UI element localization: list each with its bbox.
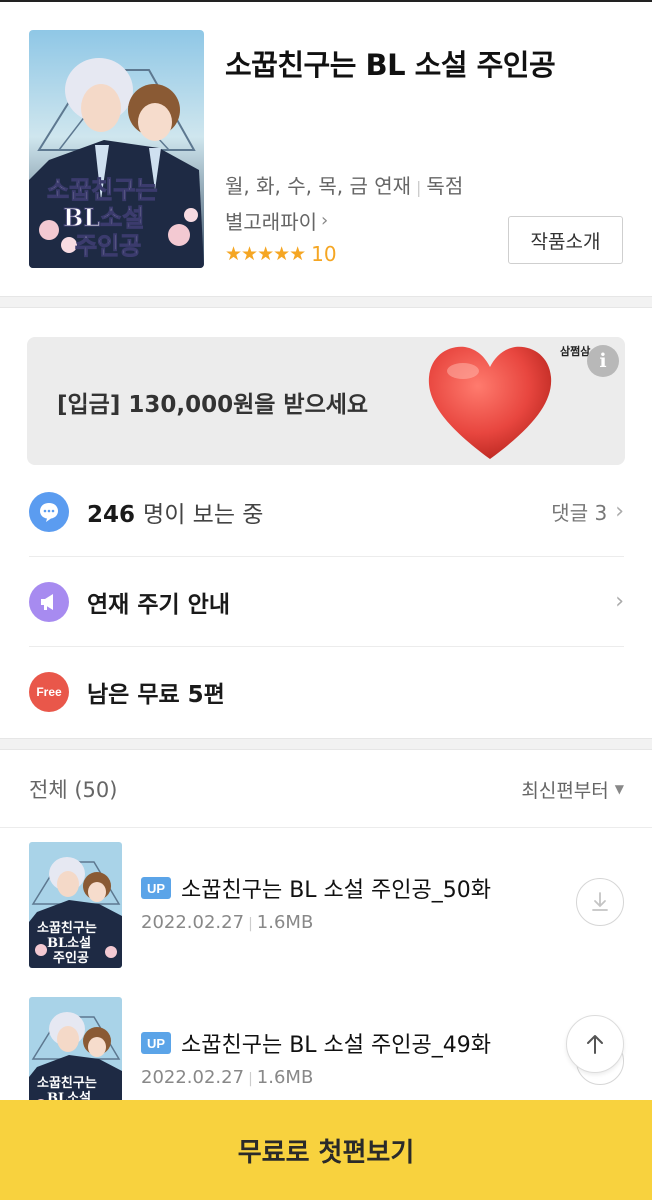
divider: |	[248, 1071, 253, 1087]
scroll-to-top-button[interactable]	[566, 1015, 624, 1073]
section-divider	[0, 296, 652, 308]
sort-dropdown[interactable]: 최신편부터 ▼	[521, 776, 624, 803]
chevron-right-icon: ›	[615, 499, 624, 524]
episode-date: 2022.02.27	[141, 912, 245, 933]
work-title: 소꿉친구는 BL 소설 주인공	[225, 48, 556, 82]
svg-text:BL소설: BL소설	[47, 936, 91, 951]
free-remaining-label: 남은 무료 5편	[87, 682, 225, 708]
comments-count: 댓글 3	[551, 501, 608, 525]
up-badge: UP	[141, 877, 171, 899]
episode-title: 소꿉친구는 BL 소설 주인공_49화	[181, 1033, 491, 1058]
episode-date: 2022.02.27	[141, 1067, 245, 1088]
svg-text:주인공: 주인공	[75, 231, 141, 260]
episode-meta: 2022.02.27 | 1.6MB	[141, 912, 313, 933]
svg-text:주인공: 주인공	[53, 950, 89, 966]
svg-text:BL소설: BL소설	[63, 203, 144, 232]
banner-text: [입금] 130,000원을 받으세요	[57, 392, 369, 418]
up-badge: UP	[141, 1032, 171, 1054]
list-divider	[0, 827, 652, 828]
viewers-label: 246 명이 보는 중	[87, 495, 263, 529]
free-first-episode-button[interactable]: 무료로 첫편보기	[0, 1100, 652, 1200]
viewers-count: 246	[87, 501, 136, 528]
episode-title: 소꿉친구는 BL 소설 주인공_50화	[181, 878, 491, 903]
episode-list-header: 전체 (50) 최신편부터 ▼	[29, 752, 624, 826]
arrow-up-icon	[587, 1035, 603, 1054]
author-link[interactable]: 별고래파이 ›	[225, 206, 328, 235]
episode-meta: 2022.02.27 | 1.6MB	[141, 1067, 313, 1088]
caret-down-icon: ▼	[614, 782, 624, 796]
episode-thumbnail: 소꿉친구는 BL소설 주인공	[29, 842, 122, 968]
chat-bubble-icon	[29, 491, 69, 532]
svg-text:소꿉친구는: 소꿉친구는	[37, 1076, 97, 1091]
info-icon[interactable]: i	[587, 345, 619, 377]
free-remaining-row: Free 남은 무료 5편	[29, 647, 624, 737]
work-intro-button[interactable]: 작품소개	[508, 216, 623, 264]
megaphone-icon	[29, 581, 69, 622]
episode-item[interactable]: 소꿉친구는 BL소설 주인공 UP 소꿉친구는 BL 소설 주인공_50화 20…	[29, 842, 624, 992]
download-icon	[592, 892, 608, 911]
section-divider	[0, 738, 652, 750]
divider: |	[248, 916, 253, 932]
sort-label: 최신편부터	[521, 779, 609, 802]
svg-text:소꿉친구는: 소꿉친구는	[37, 921, 97, 936]
episode-size: 1.6MB	[256, 912, 314, 933]
chevron-right-icon: ›	[615, 589, 624, 614]
free-badge-icon: Free	[29, 672, 69, 712]
rating: ★★★★★ 10	[225, 242, 337, 266]
schedule-days: 월, 화, 수, 목, 금 연재	[225, 174, 412, 198]
author-name: 별고래파이	[225, 210, 317, 234]
episode-total: 전체 (50)	[29, 778, 118, 802]
episode-size: 1.6MB	[256, 1067, 314, 1088]
schedule-line: 월, 화, 수, 목, 금 연재 | 독점	[225, 170, 463, 199]
comments-link[interactable]: 댓글 3 ›	[551, 497, 624, 526]
divider: |	[416, 178, 422, 197]
download-button[interactable]	[576, 878, 624, 926]
viewers-suffix: 명이 보는 중	[143, 501, 264, 528]
cover-image[interactable]: 소꿉친구는 BL소설 주인공	[29, 30, 204, 268]
svg-text:소꿉친구는: 소꿉친구는	[47, 175, 157, 204]
heart-icon	[428, 346, 552, 459]
schedule-notice-arrow: ›	[607, 589, 624, 614]
star-rating-icon: ★★★★★	[225, 243, 306, 265]
episode-title-row: UP 소꿉친구는 BL 소설 주인공_50화	[141, 872, 491, 904]
work-header: 소꿉친구는 BL소설 주인공 소꿉친구는 BL 소설 주인공 월, 화, 수, …	[0, 2, 652, 296]
rating-value: 10	[311, 242, 337, 266]
episode-title-row: UP 소꿉친구는 BL 소설 주인공_49화	[141, 1027, 491, 1059]
viewers-row[interactable]: 246 명이 보는 중 댓글 3 ›	[29, 467, 624, 557]
schedule-notice-row[interactable]: 연재 주기 안내 ›	[29, 557, 624, 647]
sponsor-tag: 삼쩜삼	[560, 345, 591, 358]
promo-banner[interactable]: [입금] 130,000원을 받으세요 삼쩜삼 i	[27, 337, 625, 465]
schedule-notice-label: 연재 주기 안내	[87, 591, 230, 618]
chevron-right-icon: ›	[321, 210, 329, 231]
exclusive-label: 독점	[426, 174, 464, 198]
